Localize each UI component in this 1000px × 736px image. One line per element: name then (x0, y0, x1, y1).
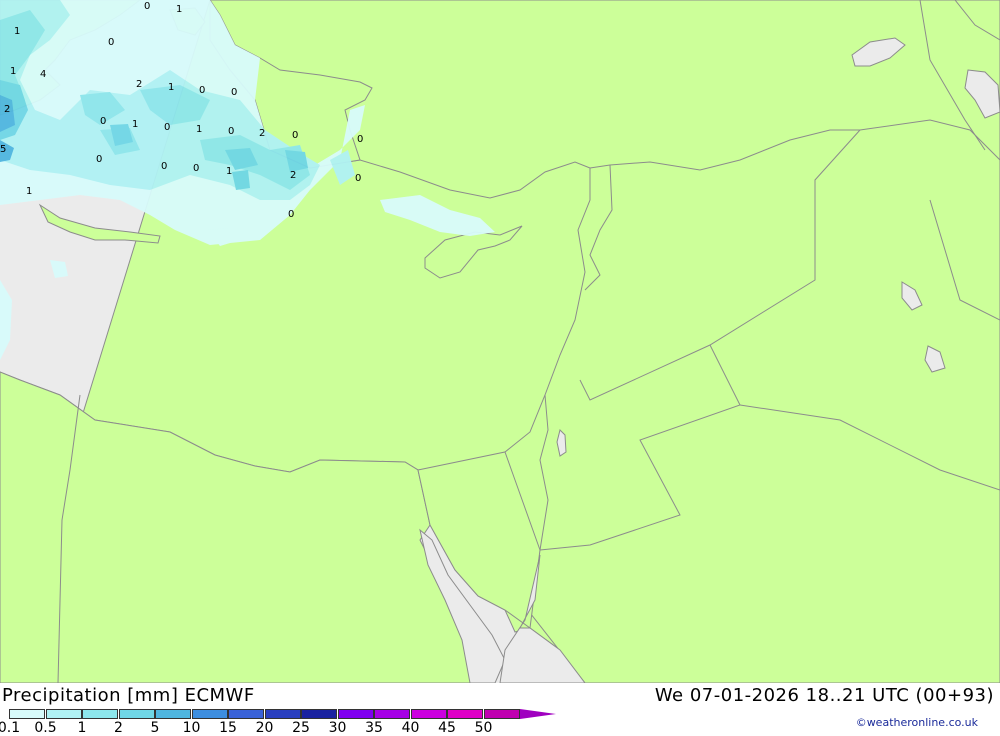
svg-text:0: 0 (164, 122, 170, 133)
svg-text:2: 2 (136, 79, 142, 90)
map-footer: Precipitation [mm] ECMWF We 07-01-2026 1… (0, 683, 1000, 736)
svg-text:0: 0 (228, 126, 234, 137)
svg-text:0: 0 (144, 1, 150, 12)
legend-tick-label: 40 (401, 720, 420, 736)
legend-tick-label: 1 (77, 720, 87, 736)
svg-text:1: 1 (26, 186, 32, 197)
svg-text:0: 0 (100, 116, 106, 127)
svg-text:4: 4 (40, 69, 46, 80)
legend-tick-label: 2 (114, 720, 123, 736)
svg-text:0: 0 (199, 85, 205, 96)
legend-swatch (301, 709, 337, 719)
svg-text:1: 1 (10, 66, 16, 77)
legend-swatch (264, 709, 301, 719)
legend-swatch (447, 709, 483, 719)
legend-arrow (520, 709, 556, 719)
svg-text:0: 0 (96, 154, 102, 165)
svg-text:0: 0 (288, 209, 294, 220)
svg-text:1: 1 (176, 4, 182, 15)
legend-tick-label: 15 (219, 720, 237, 736)
legend-swatch (483, 709, 520, 719)
legend-tick-label: 0.5 (34, 720, 57, 736)
svg-text:0: 0 (292, 130, 298, 141)
svg-text:1: 1 (168, 82, 174, 93)
map-title: Precipitation [mm] ECMWF (2, 685, 255, 706)
svg-text:1: 1 (132, 119, 138, 130)
legend-tick-label: 45 (438, 720, 456, 736)
legend-swatch (410, 709, 447, 719)
svg-text:1: 1 (226, 166, 232, 177)
legend-swatch (82, 709, 118, 719)
legend-swatch (337, 709, 374, 719)
svg-text:0: 0 (161, 161, 167, 172)
svg-text:1: 1 (196, 124, 202, 135)
legend-tick-label: 30 (328, 720, 347, 736)
credit-link[interactable]: ©weatheronline.co.uk (856, 716, 978, 729)
legend-swatch (191, 709, 228, 719)
legend-tick-label: 25 (292, 720, 310, 736)
svg-text:0: 0 (193, 163, 199, 174)
legend-tick-label: 35 (365, 720, 383, 736)
legend-tick-label: 20 (255, 720, 274, 736)
svg-text:2: 2 (290, 170, 296, 181)
svg-text:5: 5 (0, 144, 6, 155)
legend-tick-label: 0.1 (0, 720, 21, 736)
svg-text:0: 0 (108, 37, 114, 48)
svg-text:0: 0 (355, 173, 361, 184)
legend-swatch (374, 709, 410, 719)
legend-swatch (45, 709, 82, 719)
valid-time: We 07-01-2026 18..21 UTC (00+93) (654, 685, 994, 706)
legend-swatch (155, 709, 191, 719)
legend-swatch (9, 709, 45, 719)
legend-tick-label: 10 (182, 720, 201, 736)
svg-text:0: 0 (357, 134, 363, 145)
svg-text:1: 1 (14, 26, 20, 37)
svg-text:2: 2 (4, 104, 10, 115)
svg-text:2: 2 (259, 128, 265, 139)
legend-tick-label: 5 (150, 720, 160, 736)
legend-swatch (228, 709, 264, 719)
svg-text:0: 0 (231, 87, 237, 98)
precipitation-map: 0 1 1 0 1 4 2 1 0 0 2 0 1 0 1 0 2 0 0 5 … (0, 0, 1000, 683)
legend-tick-label: 50 (474, 720, 493, 736)
legend-swatch (118, 709, 155, 719)
